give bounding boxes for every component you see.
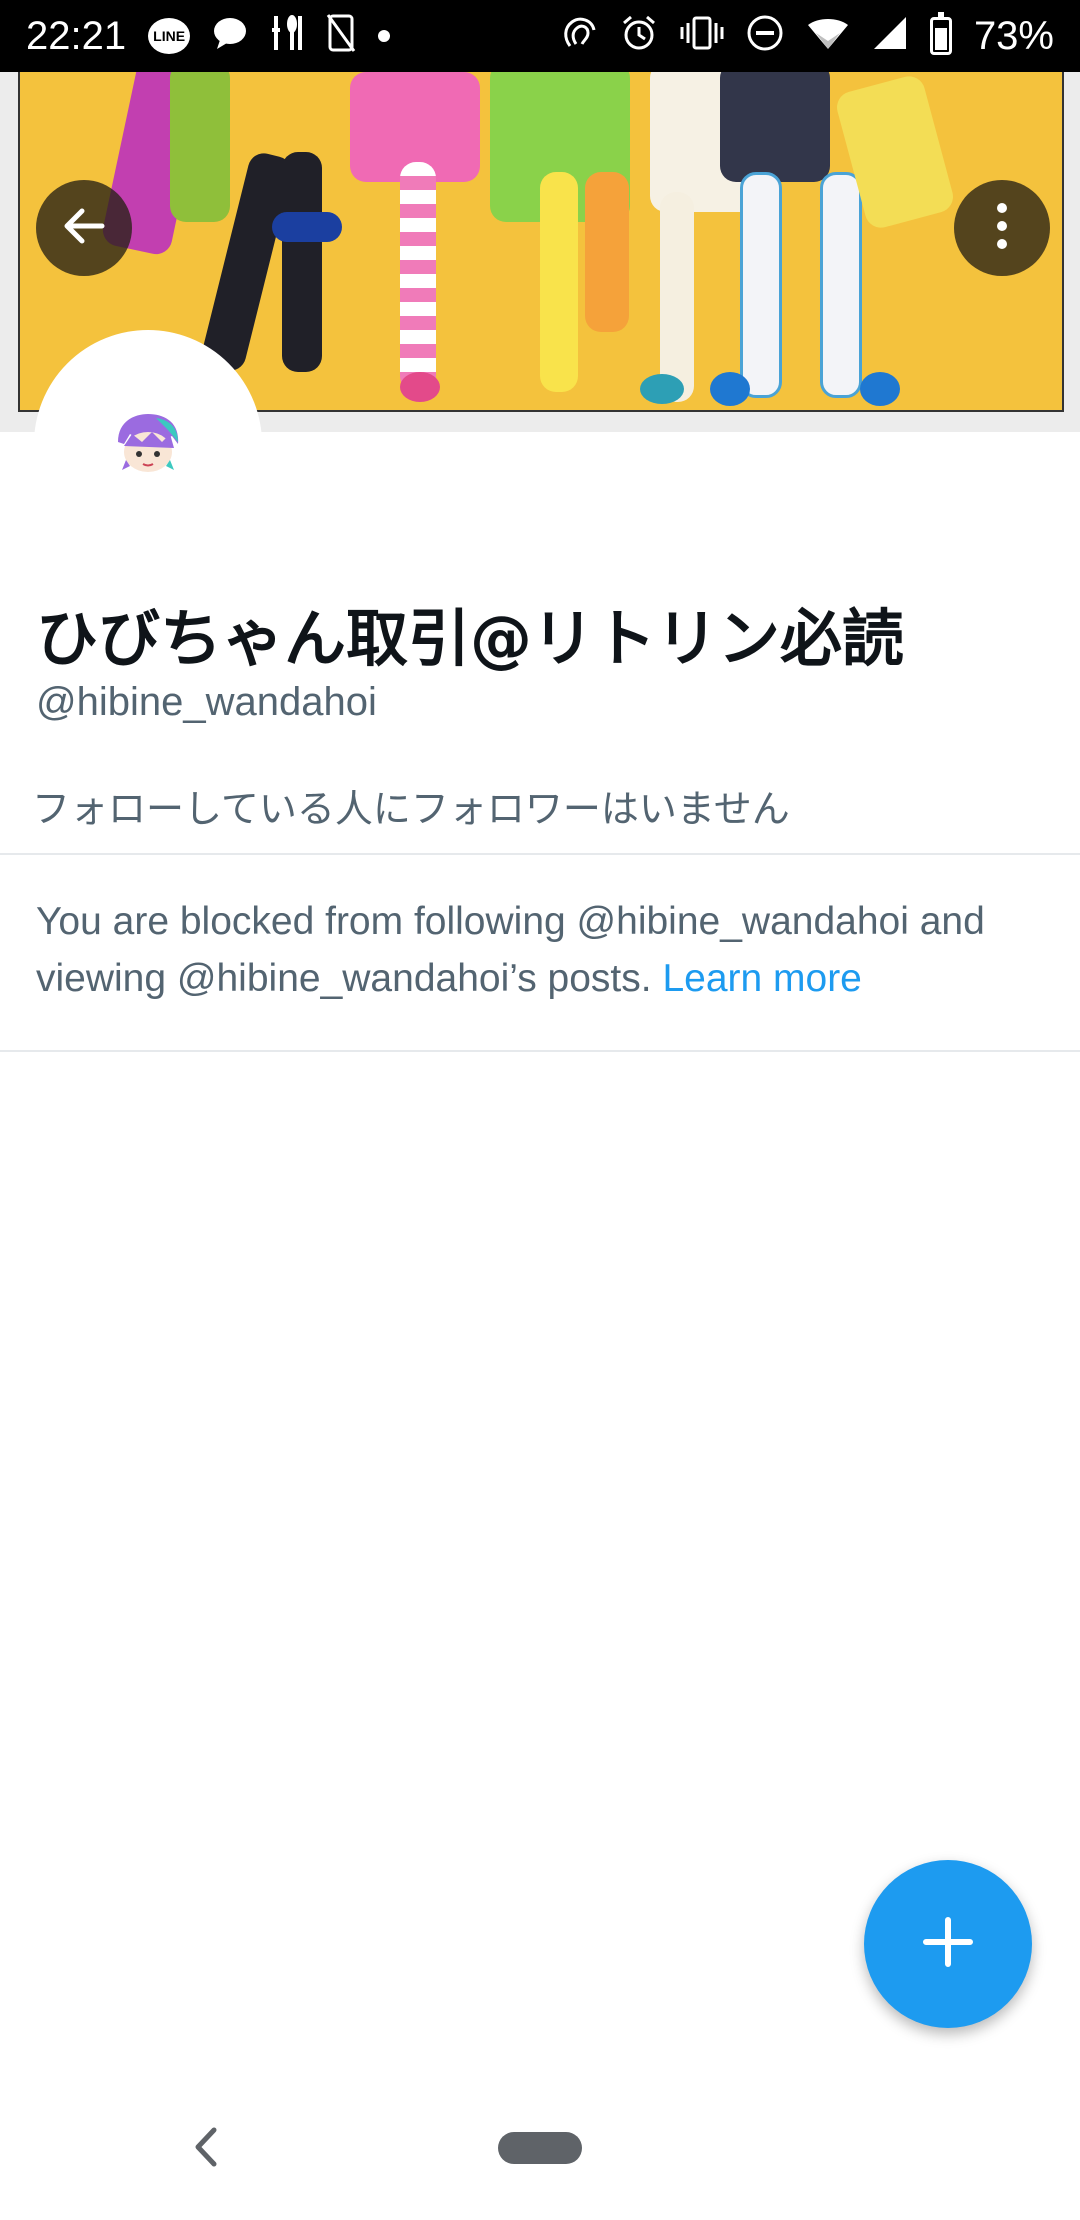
divider bbox=[0, 1050, 1080, 1052]
system-navigation-bar bbox=[0, 2100, 1080, 2220]
dot-icon bbox=[378, 30, 391, 42]
back-button[interactable] bbox=[36, 180, 132, 276]
nfc-icon bbox=[560, 14, 598, 58]
display-name: ひびちゃん取引@リトリン必読 bbox=[36, 602, 905, 675]
home-pill-icon[interactable] bbox=[498, 2132, 582, 2164]
alarm-icon bbox=[620, 14, 658, 58]
more-options-button[interactable] bbox=[954, 180, 1050, 276]
chat-bubble-icon bbox=[212, 16, 248, 56]
no-phone-icon bbox=[326, 13, 356, 59]
vibrate-icon bbox=[680, 15, 724, 57]
plus-icon bbox=[920, 1914, 976, 1975]
followers-you-know-text: フォローしている人にフォロワーはいません bbox=[32, 787, 790, 831]
divider bbox=[0, 853, 1080, 855]
battery-icon bbox=[929, 12, 952, 55]
more-vertical-icon bbox=[994, 200, 1010, 257]
restaurant-icon bbox=[270, 14, 304, 58]
compose-post-button[interactable] bbox=[864, 1860, 1032, 2028]
battery-percent: 73% bbox=[973, 13, 1054, 58]
chevron-left-icon bbox=[190, 2127, 222, 2176]
status-time: 22:21 bbox=[26, 13, 127, 58]
username-handle: @hibine_wandahoi bbox=[36, 680, 377, 724]
nav-back-button[interactable] bbox=[190, 2122, 222, 2177]
status-right: 73% bbox=[560, 12, 1054, 59]
profile-avatar[interactable] bbox=[34, 330, 262, 558]
blocked-notice: You are blocked from following @hibine_w… bbox=[36, 893, 1046, 1007]
wifi-icon bbox=[806, 15, 850, 57]
signal-icon bbox=[872, 15, 908, 57]
avatar-image bbox=[112, 412, 184, 476]
back-arrow-icon bbox=[58, 200, 110, 257]
learn-more-link[interactable]: Learn more bbox=[662, 957, 861, 1000]
status-bar: 22:21 LINE 73% bbox=[0, 0, 1080, 72]
do-not-disturb-icon bbox=[746, 14, 784, 58]
status-left: 22:21 LINE bbox=[26, 13, 391, 59]
line-icon: LINE bbox=[148, 18, 191, 54]
